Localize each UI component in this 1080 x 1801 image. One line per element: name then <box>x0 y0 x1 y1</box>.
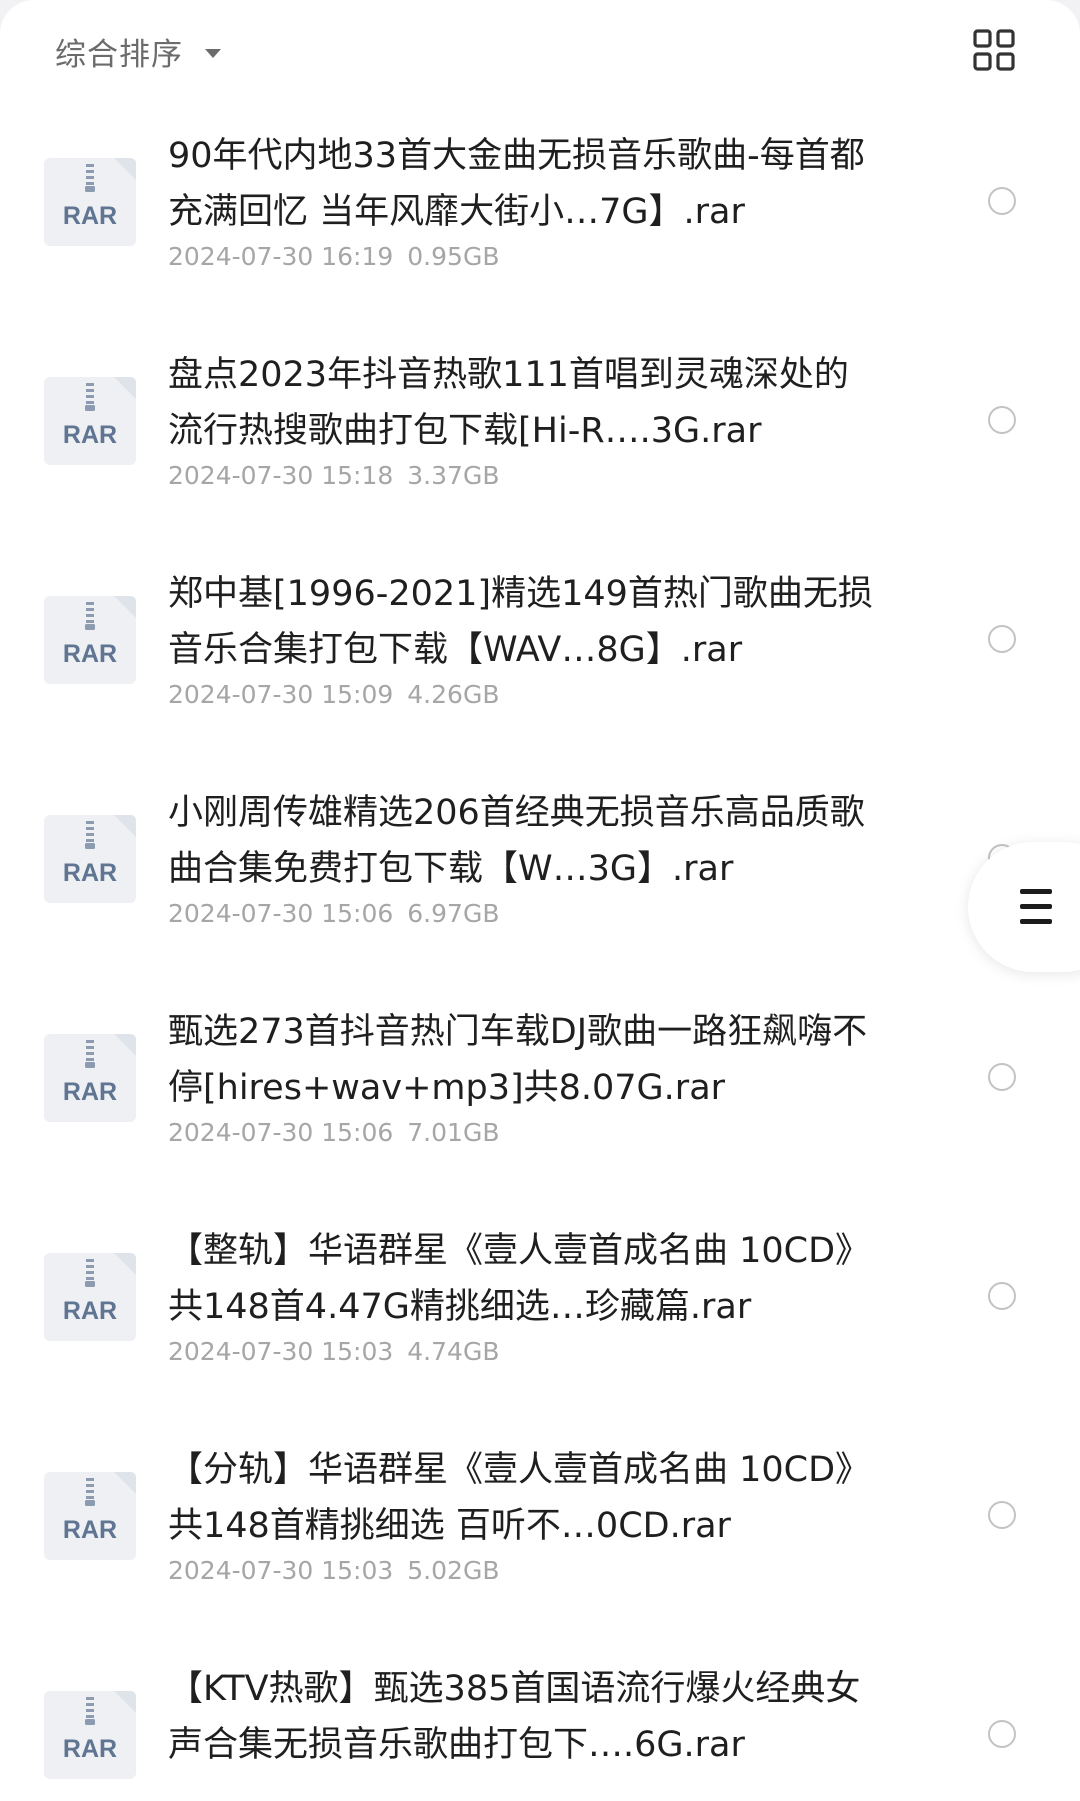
menu-icon <box>1020 889 1052 925</box>
rar-file-icon: RAR <box>44 1691 136 1779</box>
file-size: 6.97GB <box>407 899 500 928</box>
rar-badge-text: RAR <box>63 1297 117 1325</box>
file-size: 4.74GB <box>407 1337 500 1366</box>
file-meta: 2024-07-30 15:18 3.37GB <box>168 461 499 490</box>
file-date: 2024-07-30 15:03 <box>168 1556 394 1585</box>
grid-view-icon[interactable] <box>973 29 1015 71</box>
file-row[interactable]: RAR 【整轨】华语群星《壹人壹首成名曲 10CD》共148首4.47G精挑细选…… <box>0 1205 1080 1424</box>
rar-badge-text: RAR <box>63 1735 117 1763</box>
select-radio[interactable] <box>988 1282 1016 1310</box>
file-row[interactable]: RAR 小刚周传雄精选206首经典无损音乐高品质歌曲合集免费打包下载【W…3G】.… <box>0 767 1080 986</box>
rar-badge-text: RAR <box>63 640 117 668</box>
file-row[interactable]: RAR 【KTV热歌】甄选385首国语流行爆火经典女声合集无损音乐歌曲打包下….6… <box>0 1643 1080 1801</box>
select-radio[interactable] <box>988 1501 1016 1529</box>
file-row[interactable]: RAR 甄选273首抖音热门车载DJ歌曲一路狂飙嗨不停[hires+wav+mp3… <box>0 986 1080 1205</box>
file-size: 7.01GB <box>407 1118 500 1147</box>
file-name: 甄选273首抖音热门车载DJ歌曲一路狂飙嗨不停[hires+wav+mp3]共8… <box>168 1012 868 1108</box>
file-date: 2024-07-30 15:09 <box>168 680 394 709</box>
select-radio[interactable] <box>988 1720 1016 1748</box>
select-radio[interactable] <box>988 1063 1016 1091</box>
file-meta: 2024-07-30 15:06 7.01GB <box>168 1118 499 1147</box>
rar-file-icon: RAR <box>44 596 136 684</box>
file-meta <box>168 1775 182 1801</box>
file-size: 3.37GB <box>407 461 500 490</box>
rar-file-icon: RAR <box>44 1034 136 1122</box>
file-name: 【KTV热歌】甄选385首国语流行爆火经典女声合集无损音乐歌曲打包下….6G.r… <box>168 1669 861 1765</box>
sort-dropdown[interactable]: 综合排序 <box>55 28 221 74</box>
file-name: 郑中基[1996-2021]精选149首热门歌曲无损音乐合集打包下载【WAV…8… <box>168 574 873 670</box>
file-size: 4.26GB <box>407 680 500 709</box>
rar-file-icon: RAR <box>44 377 136 465</box>
file-date: 2024-07-30 15:06 <box>168 899 394 928</box>
file-row[interactable]: RAR 【分轨】华语群星《壹人壹首成名曲 10CD》共148首精挑细选 百听不…0… <box>0 1424 1080 1643</box>
file-name: 【整轨】华语群星《壹人壹首成名曲 10CD》共148首4.47G精挑细选…珍藏篇… <box>168 1231 871 1327</box>
list-toolbar: 综合排序 <box>0 0 1080 100</box>
file-row[interactable]: RAR 郑中基[1996-2021]精选149首热门歌曲无损音乐合集打包下载【WA… <box>0 548 1080 767</box>
file-meta: 2024-07-30 16:19 0.95GB <box>168 242 499 271</box>
rar-badge-text: RAR <box>63 859 117 887</box>
chevron-down-icon <box>205 48 221 58</box>
file-date: 2024-07-30 16:19 <box>168 242 394 271</box>
sort-label: 综合排序 <box>55 36 183 73</box>
file-date: 2024-07-30 15:18 <box>168 461 394 490</box>
file-date: 2024-07-30 15:03 <box>168 1337 394 1366</box>
select-radio[interactable] <box>988 406 1016 434</box>
file-row[interactable]: RAR 盘点2023年抖音热歌111首唱到灵魂深处的流行热搜歌曲打包下载[Hi-R… <box>0 329 1080 548</box>
select-radio[interactable] <box>988 187 1016 215</box>
file-size: 5.02GB <box>407 1556 500 1585</box>
rar-badge-text: RAR <box>63 1516 117 1544</box>
file-meta: 2024-07-30 15:09 4.26GB <box>168 680 499 709</box>
rar-badge-text: RAR <box>63 1078 117 1106</box>
file-name: 【分轨】华语群星《壹人壹首成名曲 10CD》共148首精挑细选 百听不…0CD.… <box>168 1450 871 1546</box>
rar-badge-text: RAR <box>63 202 117 230</box>
rar-file-icon: RAR <box>44 1253 136 1341</box>
file-list: RAR 90年代内地33首大金曲无损音乐歌曲-每首都充满回忆 当年风靡大街小…7G… <box>0 110 1080 1801</box>
rar-file-icon: RAR <box>44 815 136 903</box>
rar-file-icon: RAR <box>44 1472 136 1560</box>
file-meta: 2024-07-30 15:03 4.74GB <box>168 1337 499 1366</box>
file-row[interactable]: RAR 90年代内地33首大金曲无损音乐歌曲-每首都充满回忆 当年风靡大街小…7G… <box>0 110 1080 329</box>
select-radio[interactable] <box>988 625 1016 653</box>
file-size: 0.95GB <box>407 242 500 271</box>
file-name: 小刚周传雄精选206首经典无损音乐高品质歌曲合集免费打包下载【W…3G】.rar <box>168 793 865 889</box>
rar-badge-text: RAR <box>63 421 117 449</box>
file-meta: 2024-07-30 15:06 6.97GB <box>168 899 499 928</box>
rar-file-icon: RAR <box>44 158 136 246</box>
file-list-sheet: 综合排序 RAR 90年代内地33首大金曲无损音乐歌曲-每首都充满回忆 当年风靡大… <box>0 0 1080 1801</box>
file-name: 90年代内地33首大金曲无损音乐歌曲-每首都充满回忆 当年风靡大街小…7G】.r… <box>168 136 865 232</box>
file-date: 2024-07-30 15:06 <box>168 1118 394 1147</box>
file-name: 盘点2023年抖音热歌111首唱到灵魂深处的流行热搜歌曲打包下载[Hi-R….3… <box>168 355 849 451</box>
file-meta: 2024-07-30 15:03 5.02GB <box>168 1556 499 1585</box>
